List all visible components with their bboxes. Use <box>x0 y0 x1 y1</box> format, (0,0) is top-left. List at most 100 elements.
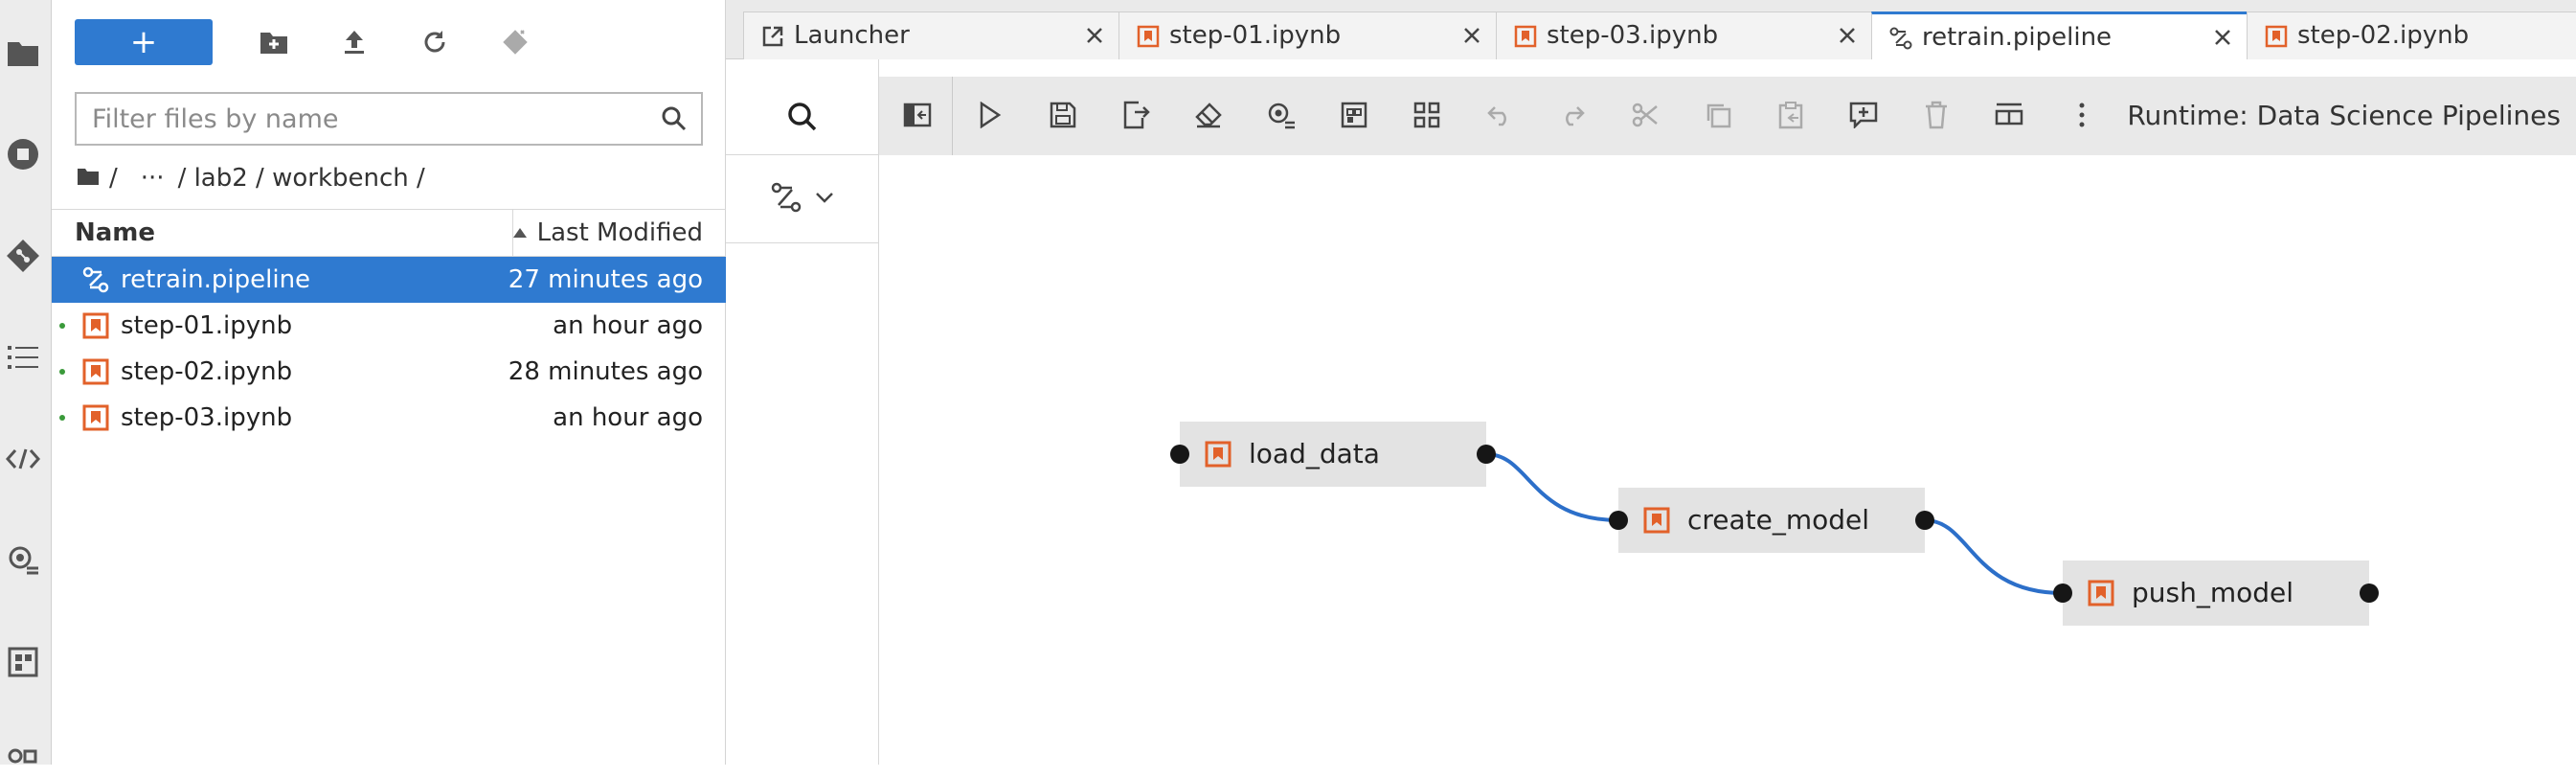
file-row-step-01[interactable]: step-01.ipynb an hour ago <box>52 303 726 349</box>
breadcrumb-home-folder-icon[interactable] <box>77 164 100 193</box>
arrange-nodes-icon[interactable] <box>1408 96 1446 134</box>
toggle-palette-icon[interactable] <box>898 96 937 134</box>
breadcrumb-ellipsis[interactable]: ··· <box>141 164 165 193</box>
git-clone-icon[interactable] <box>494 21 536 63</box>
open-component-catalog-icon[interactable] <box>1335 96 1373 134</box>
export-pipeline-icon[interactable] <box>1117 96 1155 134</box>
new-button-label: + <box>129 23 158 61</box>
file-name: retrain.pipeline <box>121 265 311 294</box>
table-of-contents-icon[interactable] <box>3 337 43 378</box>
search-icon <box>661 105 688 132</box>
notebook-icon <box>82 404 109 431</box>
node-label: push_model <box>2132 577 2294 608</box>
new-launcher-button[interactable]: + <box>75 19 213 65</box>
chevron-down-icon <box>815 190 834 208</box>
redo-icon[interactable] <box>1553 96 1592 134</box>
delete-icon[interactable] <box>1917 96 1955 134</box>
undo-icon[interactable] <box>1480 96 1519 134</box>
paste-icon[interactable] <box>1772 96 1810 134</box>
folder-icon[interactable] <box>3 33 43 73</box>
column-name-header[interactable]: Name <box>75 210 155 256</box>
extension-icon[interactable] <box>3 738 43 778</box>
running-indicator <box>59 369 65 375</box>
close-icon[interactable] <box>2209 24 2236 51</box>
clear-pipeline-eraser-icon[interactable] <box>1189 96 1228 134</box>
new-folder-icon[interactable] <box>253 21 295 63</box>
column-modified-header[interactable]: Last Modified <box>537 210 703 256</box>
upload-icon[interactable] <box>333 21 375 63</box>
link-load-data-to-create-model <box>1485 452 1619 522</box>
tab-step-02[interactable]: step-02.ipynb <box>2247 11 2576 60</box>
output-port[interactable] <box>1477 445 1496 464</box>
running-indicator <box>59 323 65 329</box>
pipeline-node-create-model[interactable]: create_model <box>1618 488 1925 553</box>
node-label: load_data <box>1249 438 1380 469</box>
close-icon[interactable] <box>1834 22 1861 49</box>
save-icon[interactable] <box>1044 96 1082 134</box>
copy-icon[interactable] <box>1699 96 1737 134</box>
activity-bar <box>0 0 52 765</box>
input-port[interactable] <box>1609 511 1628 530</box>
breadcrumb-path[interactable]: / lab2 / workbench / <box>178 164 425 193</box>
input-port[interactable] <box>2053 584 2072 603</box>
notebook-icon <box>1643 507 1670 534</box>
runtimes-gear-icon[interactable] <box>3 540 43 581</box>
notebook-icon <box>1137 25 1160 48</box>
palette-pipeline-dropdown[interactable] <box>726 155 879 243</box>
git-icon[interactable] <box>3 236 43 276</box>
filter-files-input[interactable] <box>77 94 672 144</box>
close-icon[interactable] <box>1081 22 1108 49</box>
column-divider[interactable] <box>512 210 513 256</box>
run-pipeline-icon[interactable] <box>971 96 1009 134</box>
file-modified: 28 minutes ago <box>508 357 703 386</box>
component-catalog-icon[interactable] <box>3 642 43 682</box>
running-indicator <box>59 415 65 421</box>
pipeline-links <box>1485 452 2064 595</box>
pipeline-node-load-data[interactable]: load_data <box>1180 422 1486 487</box>
document-tab-bar: Launcher step-01.ipynb step-03.ipynb ret… <box>726 0 2576 63</box>
code-snippets-icon[interactable] <box>3 439 43 479</box>
runtime-label: Runtime: Data Science Pipelines <box>2127 100 2561 131</box>
pipeline-icon <box>771 182 802 217</box>
file-name: step-01.ipynb <box>121 311 293 340</box>
breadcrumb-root[interactable]: / <box>109 164 118 193</box>
close-icon[interactable] <box>1458 22 1485 49</box>
pipeline-icon <box>82 266 109 293</box>
launcher-icon <box>761 25 784 48</box>
filter-box <box>75 92 703 146</box>
file-row-step-02[interactable]: step-02.ipynb 28 minutes ago <box>52 349 726 395</box>
notebook-icon <box>82 358 109 385</box>
breadcrumb: / ··· / lab2 / workbench / <box>77 159 435 197</box>
pipeline-node-push-model[interactable]: push_model <box>2063 561 2369 626</box>
open-runtimes-icon[interactable] <box>1262 96 1300 134</box>
file-row-retrain-pipeline[interactable]: retrain.pipeline 27 minutes ago <box>52 257 726 303</box>
output-port[interactable] <box>1915 511 1934 530</box>
cut-icon[interactable] <box>1626 96 1664 134</box>
palette-search-icon[interactable] <box>726 79 879 155</box>
file-name: step-02.ipynb <box>121 357 293 386</box>
more-options-icon[interactable] <box>2063 96 2101 134</box>
sort-ascending-icon[interactable] <box>506 210 534 256</box>
file-name: step-03.ipynb <box>121 403 293 432</box>
notebook-icon <box>1205 441 1232 468</box>
tab-step-01[interactable]: step-01.ipynb <box>1119 11 1498 60</box>
toggle-panel-icon[interactable] <box>1990 96 2028 134</box>
tab-label: step-02.ipynb <box>2297 21 2470 50</box>
tab-label: step-01.ipynb <box>1169 21 1342 50</box>
tab-step-03[interactable]: step-03.ipynb <box>1496 11 1873 60</box>
tab-retrain-pipeline[interactable]: retrain.pipeline <box>1871 11 2248 63</box>
file-browser-panel: + / ··· / lab2 / workbench / Name Last M… <box>52 0 726 765</box>
toolbar-divider <box>952 77 953 155</box>
file-row-step-03[interactable]: step-03.ipynb an hour ago <box>52 395 726 441</box>
tab-launcher[interactable]: Launcher <box>743 11 1120 60</box>
tab-label: Launcher <box>794 21 910 50</box>
tab-label: step-03.ipynb <box>1547 21 1719 50</box>
notebook-icon <box>82 312 109 339</box>
input-port[interactable] <box>1170 445 1189 464</box>
notebook-icon <box>1514 25 1537 48</box>
notebook-icon <box>2088 580 2114 606</box>
running-sessions-icon[interactable] <box>3 134 43 174</box>
add-comment-icon[interactable] <box>1844 96 1883 134</box>
output-port[interactable] <box>2360 584 2379 603</box>
refresh-icon[interactable] <box>414 21 456 63</box>
